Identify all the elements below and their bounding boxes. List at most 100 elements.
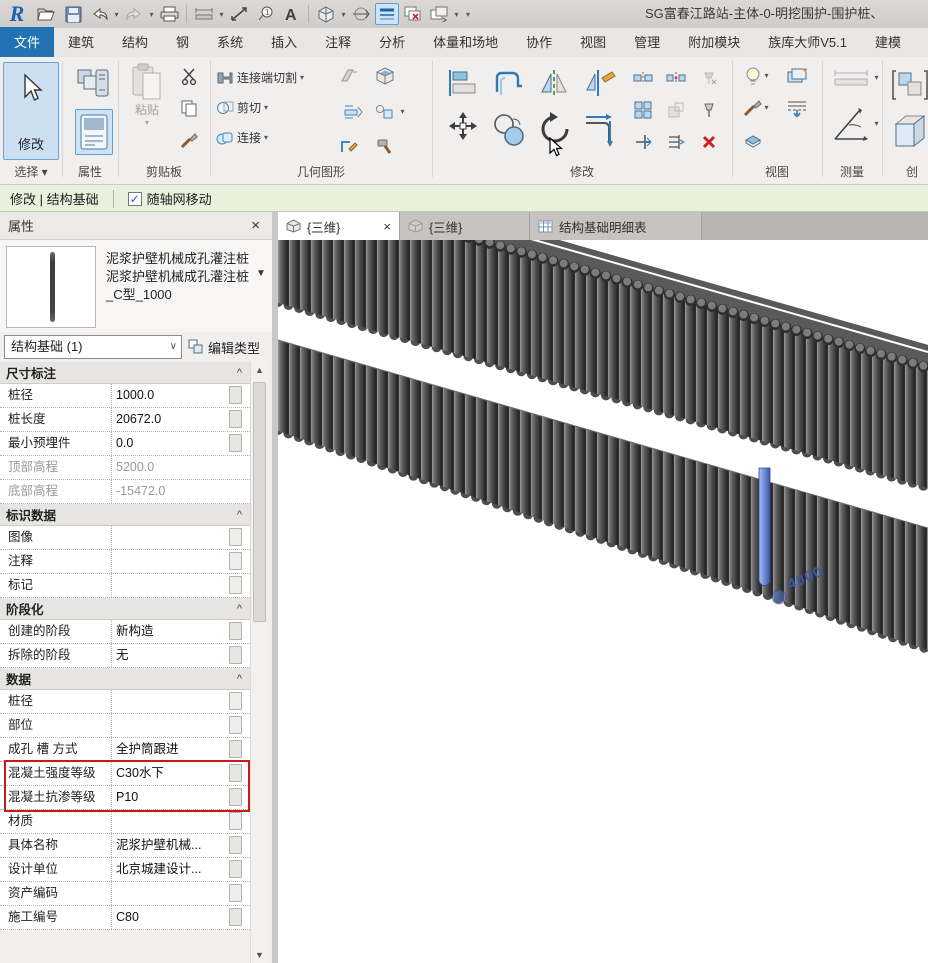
tab-systems[interactable]: 系统 xyxy=(203,27,257,57)
property-row-button[interactable] xyxy=(229,716,242,734)
tab-addins[interactable]: 附加模块 xyxy=(674,27,754,57)
close-inactive-windows-icon[interactable] xyxy=(401,3,425,25)
property-row-button[interactable] xyxy=(229,836,242,854)
section-header-dimensions[interactable]: 尺寸标注 ^ xyxy=(0,362,250,384)
property-row-button[interactable] xyxy=(229,788,242,806)
tab-view[interactable]: 视图 xyxy=(566,27,620,57)
property-value[interactable]: 无 xyxy=(112,644,228,667)
close-properties-icon[interactable]: × xyxy=(251,217,260,234)
mirror-pick-axis-icon[interactable] xyxy=(535,65,575,101)
section-header-identity[interactable]: 标识数据 ^ xyxy=(0,504,250,526)
collapse-icon[interactable]: ^ xyxy=(237,673,242,685)
switch-windows-dropdown-icon[interactable]: ▾ xyxy=(452,10,461,19)
customize-qat-dropdown-icon[interactable]: ▾ xyxy=(461,10,475,19)
collapse-icon[interactable]: ^ xyxy=(237,509,242,521)
close-view-tab-icon[interactable]: × xyxy=(383,219,391,234)
section-header-phasing[interactable]: 阶段化 ^ xyxy=(0,598,250,620)
property-value[interactable]: P10 xyxy=(112,786,228,809)
angular-dimension-icon[interactable] xyxy=(831,101,871,145)
measure-dropdown-icon[interactable]: ▾ xyxy=(217,10,226,19)
demolish-hammer-icon[interactable] xyxy=(373,135,397,157)
open-file-icon[interactable] xyxy=(35,3,59,25)
reveal-dropdown-icon[interactable]: ▾ xyxy=(762,71,771,80)
measure-icon[interactable] xyxy=(192,3,216,25)
property-value[interactable]: 泥浆护壁机械... xyxy=(112,834,228,857)
copy-icon[interactable] xyxy=(489,107,529,151)
3d-viewport[interactable]: 4000 xyxy=(272,160,928,963)
property-row-button[interactable] xyxy=(229,576,242,594)
3d-view-dropdown-icon[interactable]: ▾ xyxy=(339,10,348,19)
offset-icon[interactable] xyxy=(489,65,529,101)
property-row-button[interactable] xyxy=(229,528,242,546)
modify-tool-button[interactable]: 修改 xyxy=(3,62,59,160)
split-element-icon[interactable] xyxy=(631,67,655,89)
trim-single-icon[interactable] xyxy=(631,131,655,153)
unjoin-geometry-icon[interactable] xyxy=(373,101,397,123)
tab-annotate[interactable]: 注释 xyxy=(311,27,365,57)
print-icon[interactable] xyxy=(157,3,181,25)
property-value[interactable]: 20672.0 xyxy=(112,408,228,431)
array-icon[interactable] xyxy=(631,99,655,121)
element-filter-dropdown[interactable]: 结构基础 (1) ∨ xyxy=(4,335,182,359)
property-value[interactable]: C30水下 xyxy=(112,762,228,785)
property-value[interactable]: 0.0 xyxy=(112,432,228,455)
scrollbar-thumb[interactable] xyxy=(253,382,266,622)
angular-dropdown-icon[interactable]: ▾ xyxy=(872,119,881,128)
property-row-button[interactable] xyxy=(229,812,242,830)
redo-dropdown-icon[interactable]: ▾ xyxy=(147,10,156,19)
new-view-icon[interactable] xyxy=(785,65,809,87)
panel-geometry[interactable]: 几何图形 xyxy=(210,163,432,181)
view-template-dropdown-icon[interactable]: ▾ xyxy=(762,103,771,112)
collapse-icon[interactable]: ^ xyxy=(237,603,242,615)
pin-icon[interactable] xyxy=(697,99,721,121)
tab-file[interactable]: 文件 xyxy=(0,27,55,57)
delete-icon[interactable] xyxy=(697,131,721,153)
tab-insert[interactable]: 插入 xyxy=(257,27,311,57)
tab-collaborate[interactable]: 协作 xyxy=(512,27,566,57)
property-value[interactable] xyxy=(112,550,228,573)
tab-family-master[interactable]: 族库大师V5.1 xyxy=(754,27,861,57)
panel-modify[interactable]: 修改 xyxy=(432,163,732,181)
property-row-button[interactable] xyxy=(229,552,242,570)
copy-to-clipboard-icon[interactable] xyxy=(177,97,201,119)
tab-architecture[interactable]: 建筑 xyxy=(54,27,108,57)
switch-windows-icon[interactable] xyxy=(427,3,451,25)
align-icon[interactable] xyxy=(443,65,483,101)
property-row-button[interactable] xyxy=(229,884,242,902)
cut-geometry-button[interactable]: 剪切 ▾ xyxy=(216,99,268,116)
beam-cope-icon[interactable] xyxy=(341,101,365,123)
property-row-button[interactable] xyxy=(229,386,242,404)
revit-logo[interactable]: R xyxy=(0,1,34,27)
properties-palette-icon[interactable] xyxy=(75,109,113,155)
split-with-gap-icon[interactable] xyxy=(664,67,688,89)
undo-dropdown-icon[interactable]: ▾ xyxy=(112,10,121,19)
property-value[interactable]: 新构造 xyxy=(112,620,228,643)
undo-icon[interactable] xyxy=(87,3,111,25)
unpin-icon[interactable] xyxy=(697,67,721,89)
property-value[interactable]: 全护筒跟进 xyxy=(112,738,228,761)
property-row-button[interactable] xyxy=(229,646,242,664)
section-header-data[interactable]: 数据 ^ xyxy=(0,668,250,690)
property-value[interactable] xyxy=(112,810,228,833)
property-value[interactable] xyxy=(112,690,228,713)
tab-massing-site[interactable]: 体量和场地 xyxy=(419,27,512,57)
redo-icon[interactable] xyxy=(122,3,146,25)
property-value[interactable]: 1000.0 xyxy=(112,384,228,407)
panel-view[interactable]: 视图 xyxy=(732,163,822,181)
selected-pile[interactable] xyxy=(758,467,771,586)
property-value[interactable] xyxy=(112,526,228,549)
drag-handle-icon[interactable] xyxy=(771,589,787,605)
edit-type-button[interactable]: 编辑类型 xyxy=(188,335,268,359)
linework-icon[interactable] xyxy=(785,97,809,119)
scroll-down-icon[interactable]: ▼ xyxy=(251,947,268,963)
create-similar-icon[interactable] xyxy=(891,109,928,155)
type-selector[interactable]: 泥浆护壁机械成孔灌注桩 泥浆护壁机械成孔灌注桩 _C型_1000 ▼ xyxy=(0,240,272,332)
panel-create[interactable]: 创 xyxy=(882,163,928,181)
displace-elements-icon[interactable] xyxy=(741,129,765,151)
join-end-cut-button[interactable]: 连接端切割 ▾ xyxy=(216,69,304,86)
property-row-button[interactable] xyxy=(229,410,242,428)
measure-distance-icon[interactable] xyxy=(831,67,871,89)
edit-profile-icon[interactable] xyxy=(337,135,361,157)
properties-palette-header[interactable]: 属性 × xyxy=(0,212,272,240)
type-selector-dropdown-icon[interactable]: ▼ xyxy=(256,268,266,279)
